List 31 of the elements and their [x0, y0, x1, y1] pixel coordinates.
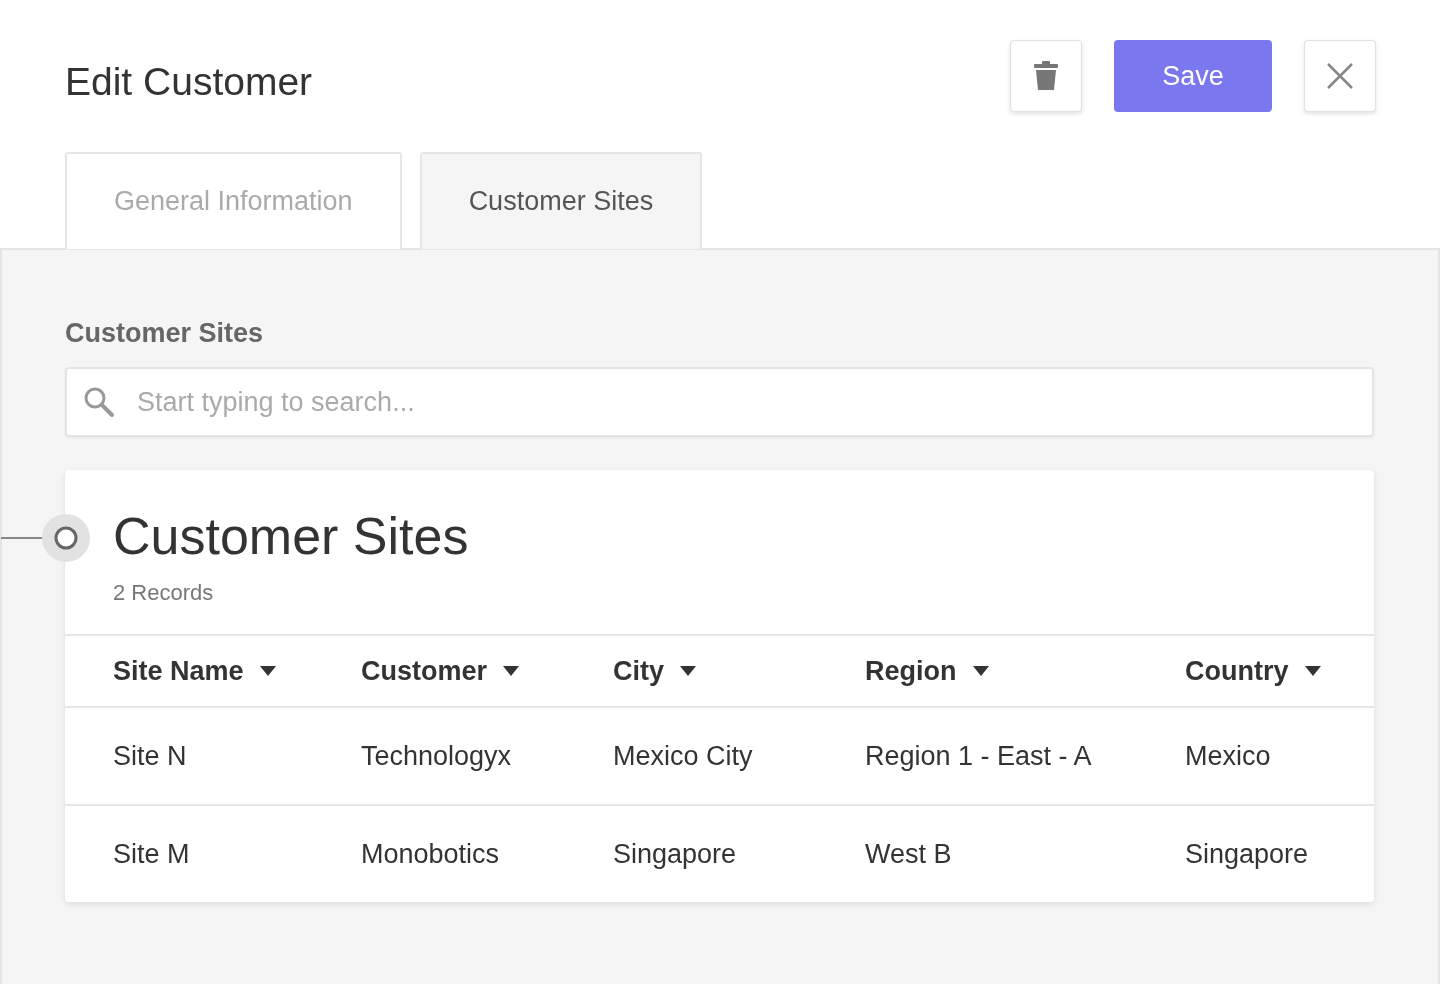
table-cell: Region 1 - East - A	[865, 740, 1092, 771]
save-button[interactable]: Save	[1114, 40, 1272, 112]
column-header[interactable]: Region	[865, 655, 1185, 687]
tab[interactable]: Customer Sites	[419, 152, 703, 249]
table-cell: Monobotics	[361, 838, 500, 869]
table-cell: Mexico City	[613, 740, 753, 771]
sort-caret-icon	[259, 666, 276, 676]
close-icon	[1326, 62, 1354, 90]
column-header[interactable]: Customer	[361, 655, 613, 687]
record-count: 2 Records	[113, 580, 215, 606]
search-field[interactable]: Start typing to search...	[65, 367, 1374, 437]
card-title: Customer Sites	[113, 506, 470, 566]
trash-icon	[1033, 61, 1059, 91]
section-label: Customer Sites	[65, 318, 265, 349]
page-title: Edit Customer	[65, 60, 313, 104]
sort-caret-icon	[972, 666, 989, 676]
table-cell: West B	[865, 838, 952, 869]
column-header[interactable]: Site Name	[113, 655, 361, 687]
table-cell: Site N	[113, 740, 187, 771]
close-button[interactable]	[1304, 40, 1376, 112]
column-header[interactable]: Country	[1185, 655, 1374, 687]
table-cell: Site M	[113, 838, 190, 869]
table-cell: Mexico	[1185, 740, 1271, 771]
sort-caret-icon	[1304, 666, 1321, 676]
column-header[interactable]: City	[613, 655, 865, 687]
sort-caret-icon	[680, 666, 696, 676]
sort-caret-icon	[503, 666, 520, 676]
table-cell: Technologyx	[361, 740, 512, 771]
delete-button[interactable]	[1010, 40, 1082, 112]
table-cell: Singapore	[613, 838, 737, 869]
table-cell: Singapore	[1185, 838, 1309, 869]
